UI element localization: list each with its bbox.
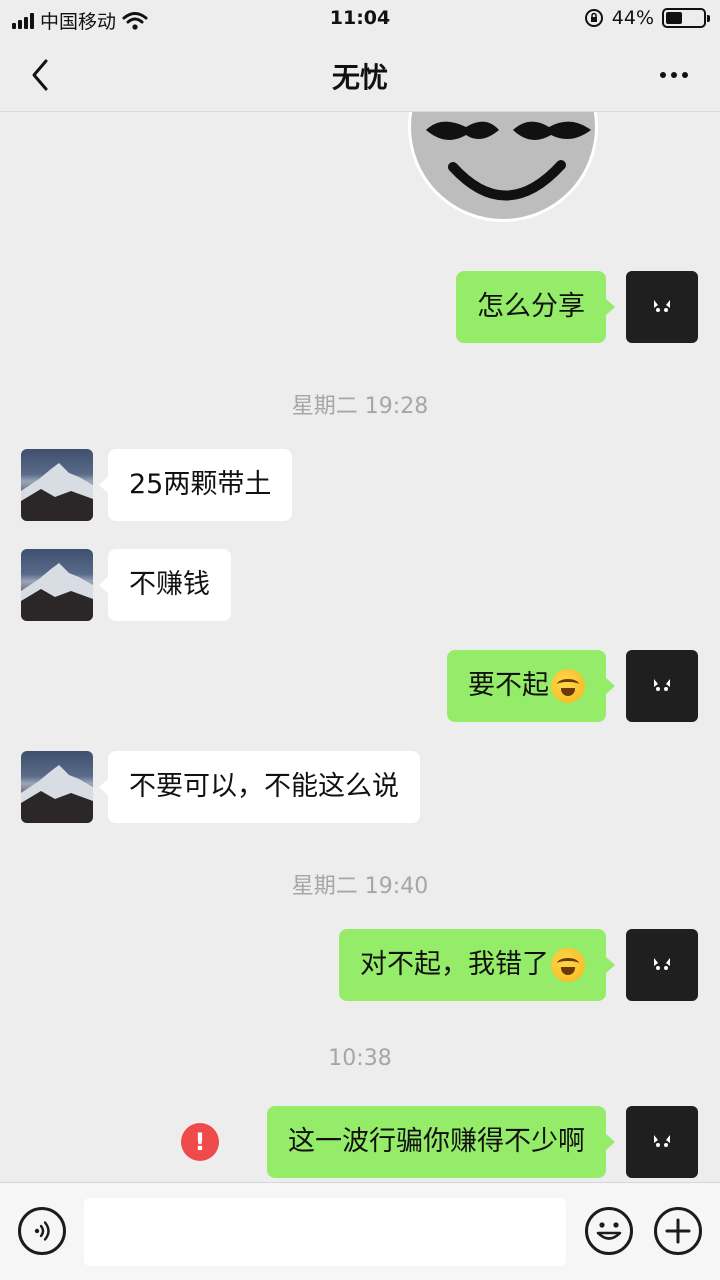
more-dot <box>660 72 666 78</box>
message-text: 不赚钱 <box>129 569 210 600</box>
chat-header: 无忧 <box>0 38 720 112</box>
plus-icon <box>665 1218 691 1244</box>
chat-title: 无忧 <box>331 61 388 94</box>
message-text: 怎么分享 <box>477 291 585 322</box>
message-bubble-outgoing[interactable]: 对不起，我错了 <box>339 929 615 1001</box>
battery-level <box>666 12 682 24</box>
more-dot <box>671 72 677 78</box>
message-bubble-outgoing[interactable]: 怎么分享 <box>456 271 615 343</box>
more-button[interactable] <box>654 56 694 94</box>
mountain-photo-icon <box>21 765 93 823</box>
voice-button[interactable] <box>18 1207 66 1255</box>
message-bubble-outgoing[interactable]: 这一波行骗你赚得不少啊 <box>267 1106 615 1178</box>
smiley-sticker-icon <box>426 121 591 201</box>
message-text: 对不起，我错了 <box>360 949 549 980</box>
timestamp: 10:38 <box>328 1046 392 1071</box>
message-bubble-incoming[interactable]: 25两颗带土 <box>98 449 293 521</box>
chat-area[interactable]: 怎么分享 星期二 19:28 25两颗带土 不赚钱 要不起 不要可以，不能这么说… <box>0 112 720 1182</box>
cat-face-icon <box>654 300 670 312</box>
emoji-button[interactable] <box>585 1207 633 1255</box>
sticker-image[interactable] <box>408 112 598 222</box>
cat-face-icon <box>654 1135 670 1147</box>
voice-icon <box>34 1221 50 1241</box>
more-dot <box>682 72 688 78</box>
message-text: 25两颗带土 <box>129 469 272 500</box>
message-text: 要不起 <box>468 670 549 701</box>
contact-avatar[interactable] <box>21 549 93 621</box>
message-input[interactable] <box>84 1198 566 1266</box>
status-bar: 中国移动 11:04 44% <box>0 0 720 38</box>
timestamp: 星期二 19:40 <box>291 874 429 899</box>
timestamp: 星期二 19:28 <box>291 394 429 419</box>
contact-avatar[interactable] <box>21 449 93 521</box>
mountain-photo-icon <box>21 563 93 621</box>
more-functions-button[interactable] <box>654 1207 702 1255</box>
send-failed-icon[interactable]: ! <box>181 1123 219 1161</box>
my-avatar[interactable] <box>626 650 698 722</box>
facepalm-laugh-emoji-icon <box>551 669 585 703</box>
emoji-icon <box>596 1222 622 1240</box>
my-avatar[interactable] <box>626 271 698 343</box>
status-right: 44% <box>584 7 710 29</box>
facepalm-laugh-emoji-icon <box>551 948 585 982</box>
cat-face-icon <box>654 679 670 691</box>
message-bubble-incoming[interactable]: 不赚钱 <box>99 549 231 621</box>
mountain-photo-icon <box>21 463 93 521</box>
message-bubble-incoming[interactable]: 不要可以，不能这么说 <box>99 751 420 823</box>
my-avatar[interactable] <box>626 1106 698 1178</box>
battery-icon <box>662 8 710 28</box>
contact-avatar[interactable] <box>21 751 93 823</box>
rotation-lock-icon <box>584 9 603 27</box>
input-bar <box>0 1182 720 1280</box>
battery-percent: 44% <box>611 7 654 29</box>
my-avatar[interactable] <box>626 929 698 1001</box>
cat-face-icon <box>654 958 670 970</box>
message-bubble-outgoing[interactable]: 要不起 <box>447 650 615 722</box>
message-text: 这一波行骗你赚得不少啊 <box>288 1126 585 1157</box>
message-text: 不要可以，不能这么说 <box>129 771 399 802</box>
